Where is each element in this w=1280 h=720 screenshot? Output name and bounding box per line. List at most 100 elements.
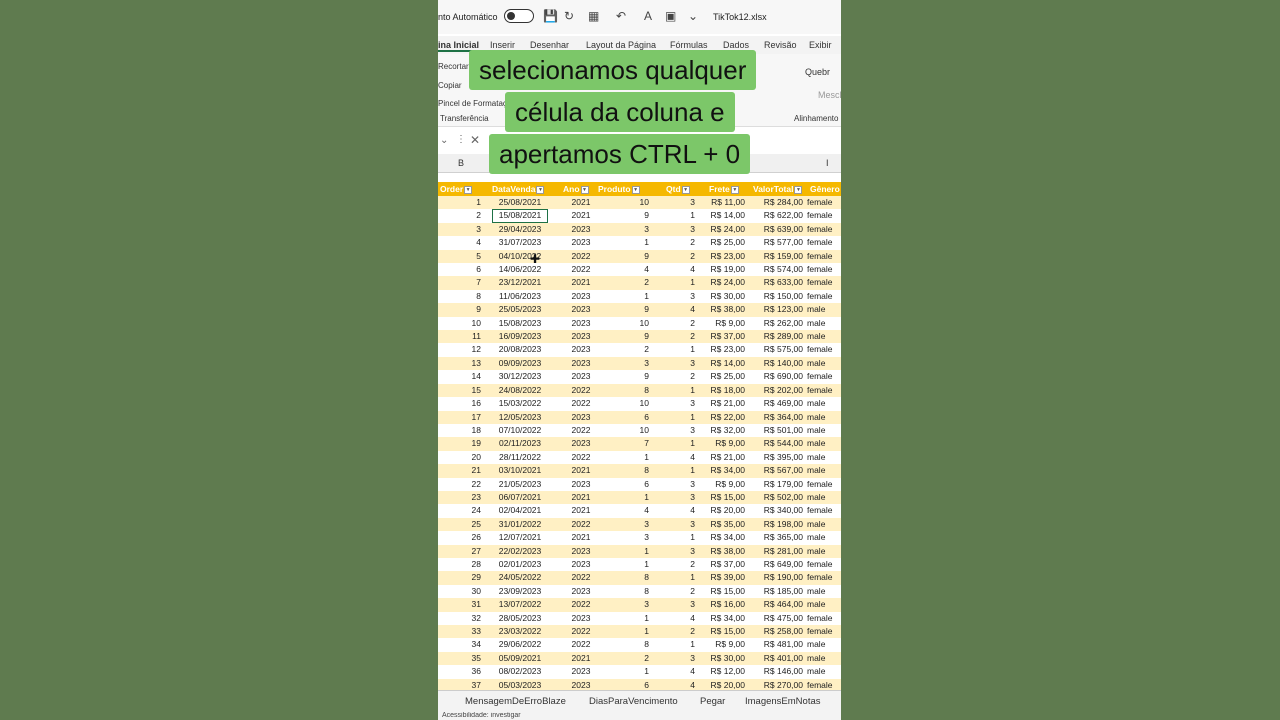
cell-datavenda[interactable]: 29/06/2022: [492, 638, 548, 651]
cell-ano[interactable]: 2022: [566, 397, 596, 410]
cell-valortotal[interactable]: R$ 159,00: [750, 250, 803, 263]
cell-ano[interactable]: 2021: [566, 464, 596, 477]
cell-produto[interactable]: 10: [598, 397, 649, 410]
grid-icon[interactable]: ▦: [588, 9, 599, 23]
cell-produto[interactable]: 3: [598, 531, 649, 544]
cell-qtd[interactable]: 1: [666, 571, 695, 584]
cell-qtd[interactable]: 2: [666, 317, 695, 330]
cell-qtd[interactable]: 3: [666, 518, 695, 531]
cell-qtd[interactable]: 3: [666, 357, 695, 370]
cell-datavenda[interactable]: 02/04/2021: [492, 504, 548, 517]
merge-button[interactable]: Mescl: [818, 90, 841, 100]
cell-ano[interactable]: 2022: [566, 384, 596, 397]
cell-datavenda[interactable]: 23/03/2022: [492, 625, 548, 638]
cell-order[interactable]: 13: [438, 357, 481, 370]
cell-frete[interactable]: R$ 24,00: [701, 223, 746, 236]
cell-qtd[interactable]: 2: [666, 558, 695, 571]
cell-datavenda[interactable]: 12/07/2021: [492, 531, 548, 544]
cell-genero[interactable]: female: [807, 558, 841, 571]
cell-ano[interactable]: 2022: [566, 518, 596, 531]
cell-datavenda[interactable]: 24/05/2022: [492, 571, 548, 584]
cell-genero[interactable]: male: [807, 545, 841, 558]
cell-qtd[interactable]: 1: [666, 437, 695, 450]
cell-produto[interactable]: 8: [598, 585, 649, 598]
cell-valortotal[interactable]: R$ 140,00: [750, 357, 803, 370]
cell-frete[interactable]: R$ 30,00: [701, 652, 746, 665]
cell-frete[interactable]: R$ 11,00: [701, 196, 745, 209]
cell-genero[interactable]: female: [807, 504, 841, 517]
cell-qtd[interactable]: 3: [666, 478, 695, 491]
cell-produto[interactable]: 1: [598, 665, 649, 678]
cell-ano[interactable]: 2023: [566, 585, 596, 598]
cell-genero[interactable]: male: [807, 451, 841, 464]
header-order[interactable]: Order ▼: [440, 182, 484, 196]
cell-produto[interactable]: 3: [598, 357, 649, 370]
cell-frete[interactable]: R$ 14,00: [701, 357, 746, 370]
cell-ano[interactable]: 2022: [566, 263, 596, 276]
tab-review[interactable]: Revisão: [764, 40, 797, 50]
sheet-tab-mensagemdeerroblaze[interactable]: MensagemDeErroBlaze: [465, 696, 566, 707]
cell-genero[interactable]: female: [807, 478, 841, 491]
cell-genero[interactable]: male: [807, 638, 841, 651]
cell-produto[interactable]: 7: [598, 437, 649, 450]
cell-qtd[interactable]: 2: [666, 625, 695, 638]
cell-order[interactable]: 14: [438, 370, 481, 383]
cell-ano[interactable]: 2023: [566, 303, 596, 316]
cell-genero[interactable]: female: [807, 263, 841, 276]
cell-frete[interactable]: R$ 20,00: [701, 504, 746, 517]
cell-order[interactable]: 21: [438, 464, 481, 477]
cell-frete[interactable]: R$ 37,00: [701, 330, 746, 343]
cell-frete[interactable]: R$ 23,00: [701, 343, 746, 356]
cell-genero[interactable]: male: [807, 464, 841, 477]
cell-valortotal[interactable]: R$ 123,00: [750, 303, 803, 316]
cell-valortotal[interactable]: R$ 464,00: [750, 598, 803, 611]
copy-button[interactable]: Copiar: [438, 81, 462, 90]
cell-ano[interactable]: 2021: [566, 652, 596, 665]
cell-datavenda[interactable]: 08/02/2023: [492, 665, 548, 678]
cell-qtd[interactable]: 4: [666, 504, 695, 517]
cell-valortotal[interactable]: R$ 146,00: [750, 665, 803, 678]
cell-ano[interactable]: 2021: [566, 196, 596, 209]
cell-order[interactable]: 15: [438, 384, 481, 397]
cell-order[interactable]: 4: [438, 236, 481, 249]
cell-order[interactable]: 11: [438, 330, 481, 343]
tab-view[interactable]: Exibir: [809, 40, 832, 50]
cell-order[interactable]: 1: [438, 196, 481, 209]
cell-genero[interactable]: female: [807, 250, 841, 263]
cell-ano[interactable]: 2021: [566, 531, 596, 544]
cell-datavenda[interactable]: 31/07/2023: [492, 236, 548, 249]
cell-order[interactable]: 24: [438, 504, 481, 517]
cell-datavenda[interactable]: 15/08/2023: [492, 317, 548, 330]
cell-frete[interactable]: R$ 24,00: [701, 276, 746, 289]
chevron-down-icon[interactable]: ⌄: [440, 135, 448, 146]
cell-order[interactable]: 31: [438, 598, 481, 611]
header-genero[interactable]: Gênero: [810, 182, 841, 196]
column-header-b[interactable]: B: [458, 158, 464, 168]
cell-qtd[interactable]: 3: [666, 397, 695, 410]
cell-order[interactable]: 5: [438, 250, 481, 263]
cell-genero[interactable]: male: [807, 518, 841, 531]
save-icon[interactable]: 💾: [543, 9, 558, 23]
cell-genero[interactable]: female: [807, 370, 841, 383]
cell-genero[interactable]: female: [807, 343, 841, 356]
cell-genero[interactable]: male: [807, 303, 841, 316]
cell-valortotal[interactable]: R$ 150,00: [750, 290, 803, 303]
cell-ano[interactable]: 2023: [566, 558, 596, 571]
cell-ano[interactable]: 2023: [566, 357, 596, 370]
cell-valortotal[interactable]: R$ 544,00: [750, 437, 803, 450]
cell-ano[interactable]: 2023: [566, 478, 596, 491]
cell-produto[interactable]: 3: [598, 598, 649, 611]
cell-qtd[interactable]: 1: [666, 276, 695, 289]
cell-valortotal[interactable]: R$ 202,00: [750, 384, 803, 397]
cell-produto[interactable]: 3: [598, 223, 649, 236]
cell-qtd[interactable]: 3: [666, 196, 695, 209]
cell-ano[interactable]: 2023: [566, 612, 596, 625]
cell-valortotal[interactable]: R$ 622,00: [750, 209, 803, 222]
cell-qtd[interactable]: 4: [666, 612, 695, 625]
tab-page-layout[interactable]: Layout da Página: [586, 40, 656, 50]
header-produto[interactable]: Produto ▼: [598, 182, 650, 196]
cell-qtd[interactable]: 4: [666, 451, 695, 464]
cell-valortotal[interactable]: R$ 289,00: [750, 330, 803, 343]
cell-qtd[interactable]: 1: [666, 209, 695, 222]
cell-order[interactable]: 20: [438, 451, 481, 464]
